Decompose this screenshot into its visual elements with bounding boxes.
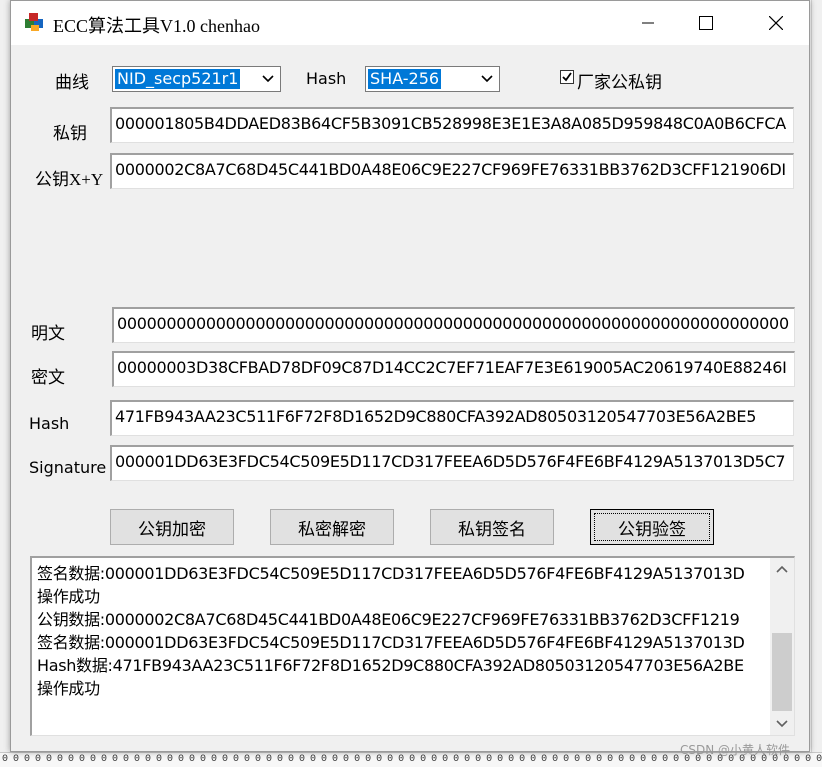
curve-select[interactable]: NID_secp521r1 — [112, 66, 281, 92]
chevron-down-icon — [776, 720, 788, 728]
private-key-decrypt-button[interactable]: 私密解密 — [270, 509, 394, 545]
maximize-button[interactable] — [683, 1, 729, 45]
watermark: CSDN @小黄人软件 — [680, 743, 791, 757]
public-key-label: 公钥X+Y — [35, 170, 104, 189]
hash-value: 471FB943AA23C511F6F72F8D1652D9C880CFA392… — [115, 407, 757, 426]
public-key-value: 0000002C8A7C68D45C441BD0A48E06C9E227CF96… — [115, 160, 786, 179]
close-icon — [769, 16, 783, 30]
title-bar[interactable]: ECC算法工具V1.0 chenhao — [11, 1, 809, 45]
minimize-button[interactable] — [625, 1, 671, 45]
hash-algo-selected-value: SHA-256 — [368, 69, 442, 89]
log-line: 操作成功 — [37, 679, 100, 698]
private-key-field[interactable]: 000001805B4DDAED83B64CF5B3091CB528998E3E… — [110, 107, 794, 143]
chevron-up-icon — [776, 565, 788, 573]
ciphertext-label: 密文 — [31, 368, 65, 387]
private-key-sign-button[interactable]: 私钥签名 — [430, 509, 554, 545]
hash-algo-label: Hash — [306, 69, 347, 88]
chevron-down-icon[interactable] — [476, 68, 498, 90]
log-line: Hash数据:471FB943AA23C511F6F72F8D1652D9C88… — [37, 656, 744, 675]
log-scrollbar[interactable] — [770, 558, 794, 735]
close-button[interactable] — [753, 1, 799, 45]
log-line: 操作成功 — [37, 587, 100, 606]
chevron-down-icon[interactable] — [257, 68, 279, 90]
background-app-right-strip — [811, 0, 822, 766]
vendor-keys-checkbox[interactable] — [560, 70, 574, 84]
log-output[interactable]: 签名数据:000001DD63E3FDC54C509E5D117CD317FEE… — [30, 556, 795, 736]
minimize-icon — [642, 22, 654, 24]
curve-selected-value: NID_secp521r1 — [115, 69, 241, 89]
maximize-icon — [699, 16, 713, 30]
public-key-verify-button[interactable]: 公钥验签 — [590, 509, 714, 545]
signature-label: Signature — [29, 458, 107, 477]
hash-algo-select[interactable]: SHA-256 — [365, 66, 500, 92]
log-line: 公钥数据:0000002C8A7C68D45C441BD0A48E06C9E22… — [37, 610, 740, 629]
scroll-up-button[interactable] — [770, 558, 794, 580]
signature-field[interactable]: 000001DD63E3FDC54C509E5D117CD317FEEA6D5D… — [110, 445, 794, 481]
plaintext-value: 0000000000000000000000000000000000000000… — [117, 314, 789, 333]
scroll-thumb[interactable] — [772, 633, 792, 711]
vendor-keys-label[interactable]: 厂家公私钥 — [577, 68, 662, 93]
log-line: 签名数据:000001DD63E3FDC54C509E5D117CD317FEE… — [37, 633, 745, 652]
hash-label: Hash — [29, 414, 70, 433]
ciphertext-value: 00000003D38CFBAD78DF09C87D14CC2C7EF71EAF… — [117, 358, 787, 377]
scroll-down-button[interactable] — [770, 713, 794, 735]
ecc-tool-window: ECC算法工具V1.0 chenhao 曲线 NID_secp521r1 Has… — [10, 0, 810, 752]
log-lines: 签名数据:000001DD63E3FDC54C509E5D117CD317FEE… — [37, 562, 763, 700]
hash-field[interactable]: 471FB943AA23C511F6F72F8D1652D9C880CFA392… — [110, 400, 794, 436]
plaintext-label: 明文 — [31, 324, 65, 343]
private-key-value: 000001805B4DDAED83B64CF5B3091CB528998E3E… — [115, 114, 786, 133]
checkmark-icon — [562, 72, 572, 82]
private-key-label: 私钥 — [53, 124, 87, 143]
curve-label: 曲线 — [55, 73, 89, 92]
signature-value: 000001DD63E3FDC54C509E5D117CD317FEEA6D5D… — [115, 452, 786, 471]
window-title: ECC算法工具V1.0 chenhao — [53, 16, 260, 36]
plaintext-field[interactable]: 0000000000000000000000000000000000000000… — [112, 307, 795, 343]
ciphertext-field[interactable]: 00000003D38CFBAD78DF09C87D14CC2C7EF71EAF… — [112, 351, 795, 387]
app-icon — [25, 13, 43, 31]
public-key-encrypt-button[interactable]: 公钥加密 — [110, 509, 234, 545]
public-key-field[interactable]: 0000002C8A7C68D45C441BD0A48E06C9E227CF96… — [110, 153, 794, 189]
log-line: 签名数据:000001DD63E3FDC54C509E5D117CD317FEE… — [37, 564, 745, 583]
